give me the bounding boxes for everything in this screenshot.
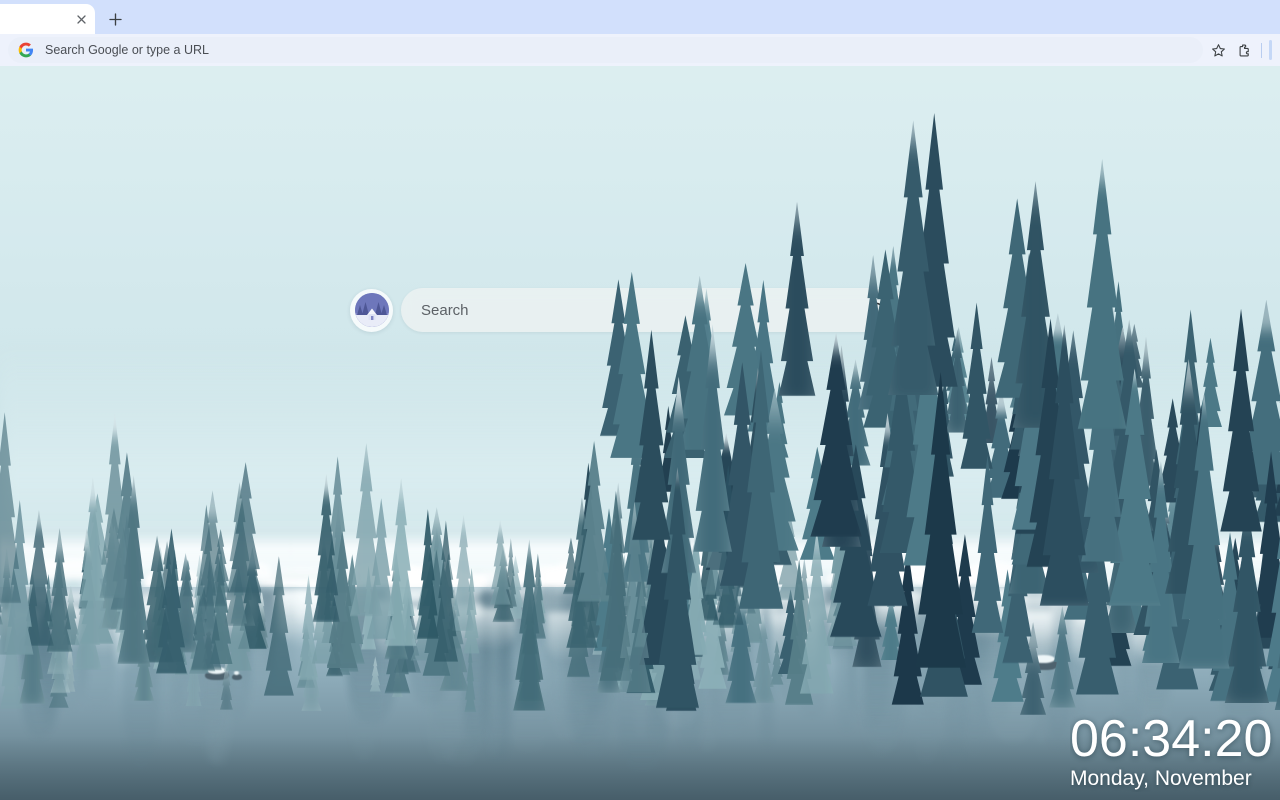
bookmark-star-icon[interactable] xyxy=(1205,37,1231,63)
window-edge-handle xyxy=(1269,40,1272,60)
tab-strip xyxy=(0,0,1280,34)
tab-active[interactable] xyxy=(0,4,95,34)
toolbar-divider xyxy=(1261,42,1262,58)
search-bar[interactable] xyxy=(401,288,907,332)
browser-toolbar: Search Google or type a URL xyxy=(0,34,1280,66)
new-tab-button[interactable] xyxy=(101,5,129,33)
browser-window: Search Google or type a URL Search 06:34… xyxy=(0,0,1280,800)
winter-cabin-avatar-icon[interactable] xyxy=(350,288,393,332)
omnibox-placeholder: Search Google or type a URL xyxy=(45,43,209,57)
google-g-icon xyxy=(18,42,34,58)
clock-time: 06:34:20 xyxy=(1070,712,1273,769)
new-tab-page: 06:34:20 Monday, November xyxy=(0,66,1280,800)
avatar-image xyxy=(354,293,389,327)
wallpaper-winter-lake xyxy=(0,66,1280,800)
clock-widget: 06:34:20 Monday, November xyxy=(1070,712,1280,792)
close-icon[interactable] xyxy=(73,11,89,27)
clock-date: Monday, November xyxy=(1070,766,1252,790)
omnibox[interactable]: Search Google or type a URL xyxy=(8,37,1203,63)
extensions-puzzle-icon[interactable] xyxy=(1231,37,1257,63)
